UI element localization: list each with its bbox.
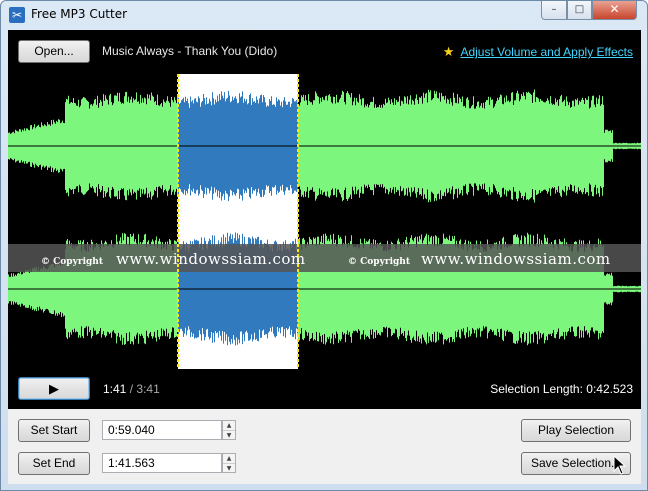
spin-up-icon[interactable]: ▲ <box>223 454 235 464</box>
set-end-button[interactable]: Set End <box>18 452 90 475</box>
watermark-copyright: © Copyright <box>348 257 410 267</box>
main-panel: Open... Music Always - Thank You (Dido) … <box>8 30 641 484</box>
watermark-site: www.windowssiam.com <box>421 250 611 268</box>
selection-length: Selection Length: 0:42.523 <box>490 382 633 396</box>
play-button[interactable]: ▶ <box>18 377 90 400</box>
watermark-right: © Copyright www.windowssiam.com <box>348 249 618 268</box>
effects-link-group[interactable]: ★ Adjust Volume and Apply Effects <box>443 44 633 60</box>
end-time-spinner[interactable]: ▲ ▼ <box>222 453 236 473</box>
open-button[interactable]: Open... <box>18 40 90 63</box>
star-icon: ★ <box>442 44 455 59</box>
watermark-copyright: © Copyright <box>41 257 103 267</box>
close-button[interactable]: ✕ <box>592 1 637 20</box>
waveform-display[interactable]: © Copyright www.windowssiam.com © Copyri… <box>8 74 641 369</box>
mouse-cursor-icon <box>613 455 627 475</box>
time-readout: 1:41 / 3:41 <box>103 382 160 396</box>
end-time-field[interactable]: 1:41.563 <box>102 453 222 473</box>
transport-bar: ▶ 1:41 / 3:41 Selection Length: 0:42.523 <box>8 369 641 409</box>
selection-length-label: Selection Length: <box>490 382 583 396</box>
total-time: 3:41 <box>136 382 160 396</box>
top-toolbar: Open... Music Always - Thank You (Dido) … <box>8 30 641 74</box>
waveform-canvas[interactable] <box>8 74 641 369</box>
play-selection-button[interactable]: Play Selection <box>521 419 631 442</box>
spin-up-icon[interactable]: ▲ <box>223 421 235 431</box>
spin-down-icon[interactable]: ▼ <box>223 431 235 440</box>
spin-down-icon[interactable]: ▼ <box>223 464 235 473</box>
app-window: ✂ Free MP3 Cutter – □ ✕ Open... Music Al… <box>0 0 648 491</box>
watermark-site: www.windowssiam.com <box>116 250 306 268</box>
set-start-button[interactable]: Set Start <box>18 419 90 442</box>
window-title: Free MP3 Cutter <box>31 7 128 21</box>
selection-length-value: 0:42.523 <box>586 382 633 396</box>
minimize-button[interactable]: – <box>541 1 567 20</box>
maximize-button[interactable]: □ <box>567 1 592 20</box>
title-bar[interactable]: ✂ Free MP3 Cutter – □ ✕ <box>1 1 647 29</box>
time-separator: / <box>129 382 134 396</box>
start-time-spinner[interactable]: ▲ ▼ <box>222 420 236 440</box>
adjust-volume-link[interactable]: Adjust Volume and Apply Effects <box>460 45 633 59</box>
start-time-field[interactable]: 0:59.040 <box>102 420 222 440</box>
track-title: Music Always - Thank You (Dido) <box>102 44 278 58</box>
scissors-icon: ✂ <box>9 7 25 23</box>
current-time: 1:41 <box>103 382 127 396</box>
watermark-left: © Copyright www.windowssiam.com <box>41 249 311 268</box>
